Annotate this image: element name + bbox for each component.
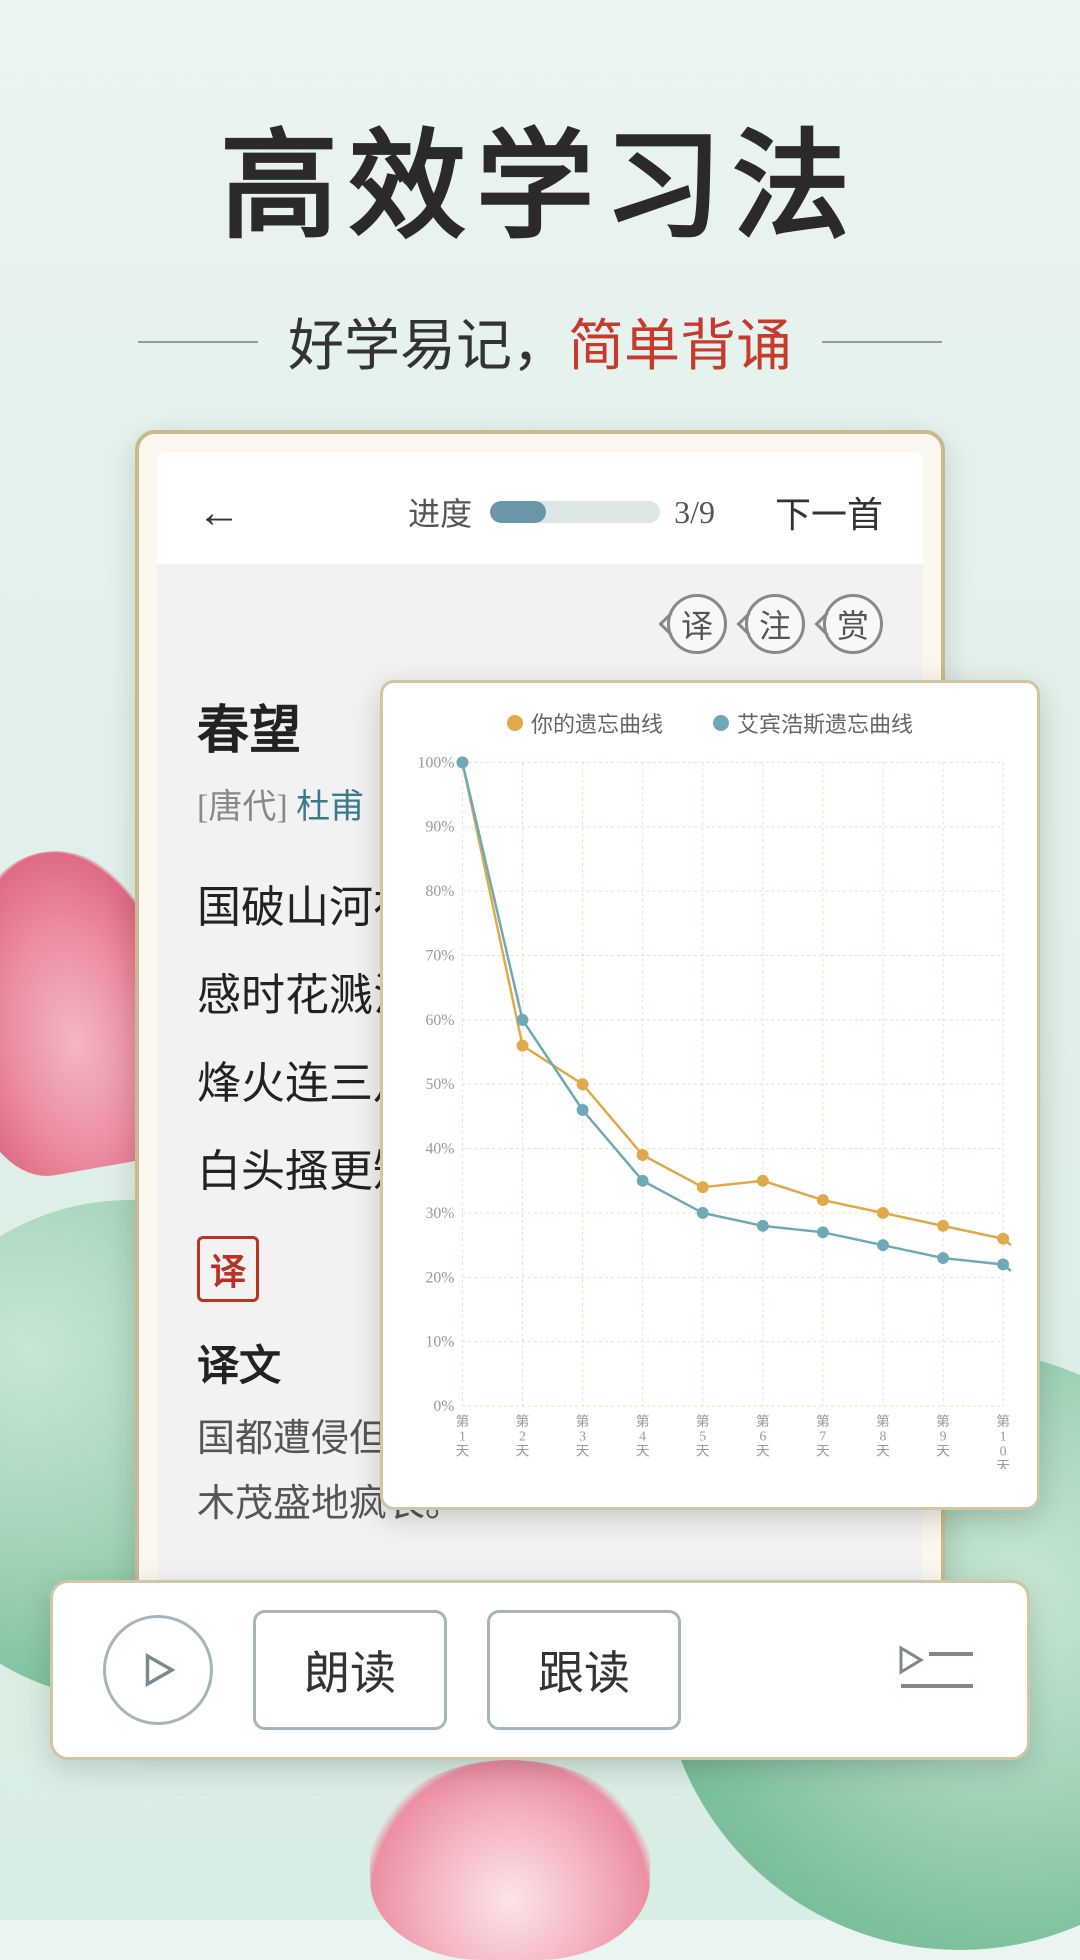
svg-text:100%: 100%	[418, 754, 455, 771]
subtitle-row: 好学易记，简单背诵	[0, 301, 1080, 382]
playlist-svg-icon	[897, 1640, 977, 1700]
svg-text:天: 天	[516, 1444, 530, 1459]
annotate-icon[interactable]: 注	[745, 594, 805, 654]
svg-text:天: 天	[756, 1444, 770, 1459]
svg-text:2: 2	[519, 1429, 526, 1444]
svg-text:1: 1	[459, 1429, 466, 1444]
svg-text:80%: 80%	[425, 883, 454, 900]
svg-text:第: 第	[756, 1413, 770, 1429]
svg-text:7: 7	[819, 1429, 826, 1444]
svg-text:9: 9	[940, 1429, 947, 1444]
svg-text:天: 天	[936, 1444, 950, 1459]
svg-text:8: 8	[880, 1429, 887, 1444]
controls-bar: 朗读 跟读	[50, 1580, 1030, 1760]
legend-label-2: 艾宾浩斯遗忘曲线	[737, 707, 913, 739]
svg-text:0: 0	[1000, 1444, 1007, 1459]
svg-text:第: 第	[455, 1413, 469, 1429]
subtitle-black: 好学易记，	[288, 316, 568, 378]
svg-text:第: 第	[696, 1413, 710, 1429]
chart-legend: 你的遗忘曲线 艾宾浩斯遗忘曲线	[403, 707, 1017, 739]
svg-text:50%: 50%	[425, 1076, 454, 1093]
svg-text:第: 第	[936, 1413, 950, 1429]
svg-text:3: 3	[579, 1429, 586, 1444]
svg-text:60%: 60%	[425, 1012, 454, 1029]
main-title: 高效学习法	[0, 90, 1080, 261]
subtitle-red: 简单背诵	[568, 316, 792, 378]
playlist-icon[interactable]	[897, 1640, 977, 1700]
legend-label-1: 你的遗忘曲线	[531, 707, 663, 739]
progress-text: 3/9	[674, 494, 715, 531]
legend-dot-blue	[713, 715, 729, 731]
play-icon	[137, 1649, 179, 1691]
svg-text:天: 天	[996, 1458, 1010, 1469]
play-button[interactable]	[103, 1615, 213, 1725]
read-aloud-button[interactable]: 朗读	[253, 1610, 447, 1730]
legend-item-1: 你的遗忘曲线	[507, 707, 663, 739]
svg-text:第: 第	[816, 1413, 830, 1429]
chart-card: 你的遗忘曲线 艾宾浩斯遗忘曲线 0% 10% 20% 30% 40% 50% 60% 70% 8…	[380, 680, 1040, 1510]
subtitle: 好学易记，简单背诵	[288, 301, 792, 382]
svg-text:天: 天	[696, 1444, 710, 1459]
translate-icon[interactable]: 译	[667, 594, 727, 654]
chart-area: 0%10%20%30%40%50%60%70%80%90%100%第1天第2天第…	[403, 749, 1017, 1469]
svg-text:天: 天	[455, 1444, 469, 1459]
svg-text:5: 5	[699, 1429, 706, 1444]
progress-label: 进度	[408, 489, 472, 535]
svg-text:90%: 90%	[425, 819, 454, 836]
page-header: 高效学习法 好学易记，简单背诵	[0, 0, 1080, 382]
svg-text:第: 第	[636, 1413, 650, 1429]
svg-text:第: 第	[576, 1413, 590, 1429]
back-arrow-icon[interactable]: ←	[197, 487, 241, 538]
svg-text:30%: 30%	[425, 1205, 454, 1222]
progress-bar	[490, 501, 660, 523]
svg-text:70%: 70%	[425, 947, 454, 964]
follow-read-button[interactable]: 跟读	[487, 1610, 681, 1730]
divider	[822, 341, 942, 343]
toolbar-icons: 译 注 赏	[197, 564, 883, 674]
poem-author-name[interactable]: 杜甫	[296, 789, 364, 826]
svg-text:0%: 0%	[433, 1398, 454, 1415]
svg-text:天: 天	[876, 1444, 890, 1459]
appreciate-icon[interactable]: 赏	[823, 594, 883, 654]
chart-svg: 0%10%20%30%40%50%60%70%80%90%100%第1天第2天第…	[403, 749, 1017, 1469]
svg-text:第: 第	[516, 1413, 530, 1429]
legend-dot-orange	[507, 715, 523, 731]
svg-text:1: 1	[1000, 1429, 1007, 1444]
svg-text:第: 第	[876, 1413, 890, 1429]
svg-text:20%: 20%	[425, 1269, 454, 1286]
svg-text:6: 6	[759, 1429, 766, 1444]
svg-text:10%: 10%	[425, 1334, 454, 1351]
legend-item-2: 艾宾浩斯遗忘曲线	[713, 707, 913, 739]
next-button[interactable]: 下一首	[775, 486, 883, 538]
poem-dynasty: [唐代]	[197, 789, 288, 826]
yi-badge[interactable]: 译	[197, 1236, 259, 1302]
svg-text:天: 天	[576, 1444, 590, 1459]
svg-text:40%: 40%	[425, 1141, 454, 1158]
svg-text:第: 第	[996, 1413, 1010, 1429]
svg-text:天: 天	[816, 1444, 830, 1459]
progress-fill	[490, 501, 546, 523]
svg-text:4: 4	[639, 1429, 646, 1444]
divider	[138, 341, 258, 343]
svg-text:天: 天	[636, 1444, 650, 1459]
topbar: ← 进度 3/9 下一首	[157, 452, 923, 564]
lotus-flower-decoration	[370, 1760, 650, 1960]
